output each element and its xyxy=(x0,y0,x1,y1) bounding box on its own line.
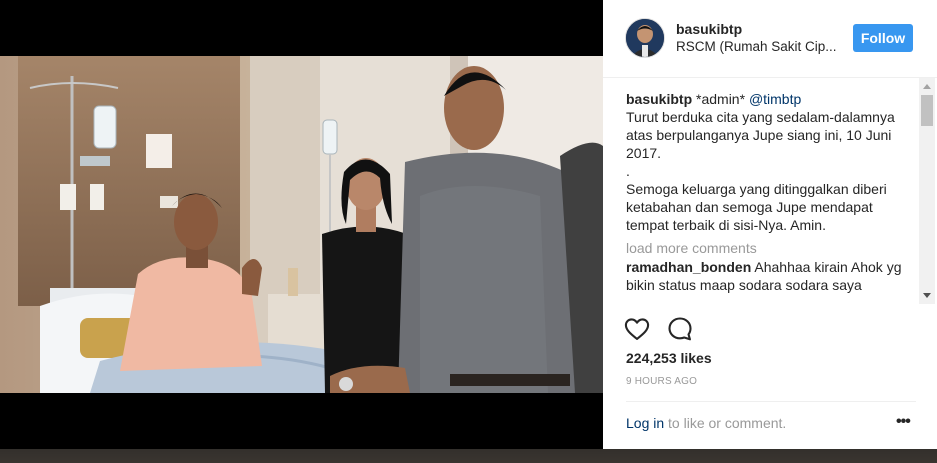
comment-text: Ahahhaa kirain Ahok yg xyxy=(754,259,902,275)
scrollbar-thumb[interactable] xyxy=(921,95,933,126)
comment-line: bikin status maap sodara sodara saya xyxy=(626,277,862,293)
caption-first-line: basukibtp *admin* @timbtp xyxy=(626,90,916,108)
caption-line: 2017. xyxy=(626,145,662,161)
hospital-room-photo xyxy=(0,56,603,393)
heart-icon[interactable] xyxy=(623,315,651,343)
follow-button[interactable]: Follow xyxy=(853,24,913,52)
caption-line: atas berpulanganya Jupe siang ini, 10 Ju… xyxy=(626,127,892,143)
post-media xyxy=(0,0,603,449)
login-prompt-text: to like or comment. xyxy=(664,415,787,431)
caption-line: tempat terbaik di sisi-Nya. Amin. xyxy=(626,217,826,233)
caption-line: Turut berduka cita yang sedalam-dalamnya xyxy=(626,109,895,125)
load-more-comments-link[interactable]: load more comments xyxy=(626,239,916,257)
divider xyxy=(626,401,916,402)
post-header: basukibtp RSCM (Rumah Sakit Cip... Follo… xyxy=(603,0,937,78)
avatar-image xyxy=(626,19,664,57)
comment-icon[interactable] xyxy=(666,315,694,343)
login-link[interactable]: Log in xyxy=(626,415,664,431)
caption-prefix: *admin* xyxy=(696,91,746,107)
caption-line: Semoga keluarga yang ditinggalkan diberi xyxy=(626,181,887,197)
likes-count[interactable]: 224,253 likes xyxy=(626,350,712,366)
caption-line: ketabahan dan semoga Jupe mendapat xyxy=(626,199,873,215)
post-username[interactable]: basukibtp xyxy=(676,21,742,37)
comments-list[interactable]: basukibtp *admin* @timbtp Turut berduka … xyxy=(626,90,916,304)
comments-scrollbar[interactable] xyxy=(919,78,935,304)
comment-line: ramadhan_bonden Ahahhaa kirain Ahok yg xyxy=(626,258,916,276)
caption-username[interactable]: basukibtp xyxy=(626,91,692,107)
avatar[interactable] xyxy=(625,18,665,58)
scroll-up-arrow-icon[interactable] xyxy=(923,84,931,89)
caption-line: . xyxy=(626,163,630,179)
login-prompt: Log in to like or comment. xyxy=(626,415,786,431)
post-photo[interactable] xyxy=(0,56,603,393)
post-panel: basukibtp RSCM (Rumah Sakit Cip... Follo… xyxy=(603,0,937,449)
action-bar xyxy=(623,315,723,345)
more-options-icon[interactable]: ••• xyxy=(896,413,911,431)
scroll-down-arrow-icon[interactable] xyxy=(923,293,931,298)
post-timestamp[interactable]: 9 HOURS AGO xyxy=(626,376,697,387)
comment-username[interactable]: ramadhan_bonden xyxy=(626,259,751,275)
post-location[interactable]: RSCM (Rumah Sakit Cip... xyxy=(676,39,837,54)
caption-mention[interactable]: @timbtp xyxy=(749,91,801,107)
